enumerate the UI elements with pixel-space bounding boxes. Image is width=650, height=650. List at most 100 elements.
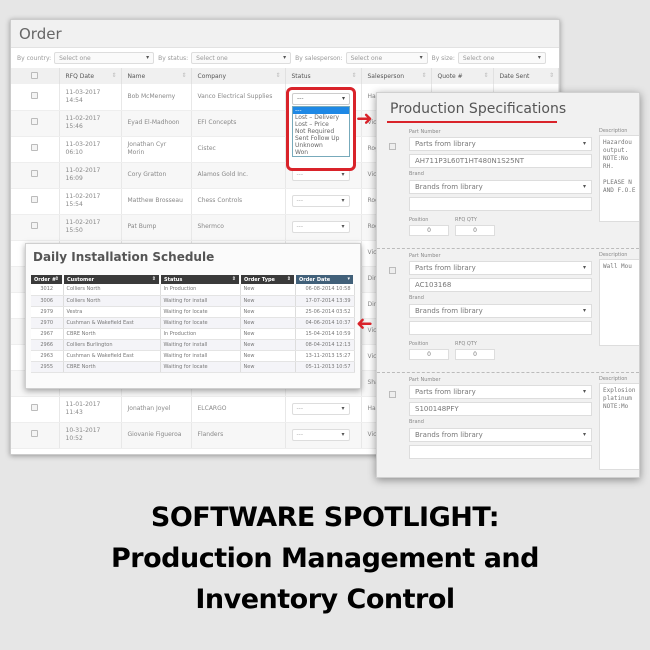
order-title: Order [11,20,559,48]
row-checkbox[interactable] [31,196,39,203]
schedule-row[interactable]: 2970 Cushman & Wakefield East Waiting for … [31,317,355,329]
select-all-header [11,68,60,84]
part-checkbox[interactable] [389,143,396,150]
schedule-row[interactable]: 3012 Colliers North In Production New 06-08-… [31,284,355,296]
status-select[interactable]: --- [291,195,350,207]
row-checkbox[interactable] [31,91,39,99]
part-library-select[interactable]: Parts from library [409,137,592,151]
rfq-date-cell: 10-31-2017 10:52 [59,422,122,449]
col-label: RFQ Date [65,72,95,80]
rfq-date-cell: 11-02-2017 15:46 [59,110,122,137]
brand-input[interactable] [409,445,592,459]
schedule-row[interactable]: 2979 Vestra Waiting for locate New 25-06-201… [31,306,355,318]
brand-library-select[interactable]: Brands from library [409,180,592,194]
col-salesperson[interactable]: Salesperson ⇕ [361,68,432,84]
part-item: Part Number Parts from library AH711P3L60T… [377,125,639,249]
status-option[interactable]: Won [293,149,349,156]
company-cell: Shermco [191,214,286,241]
sched-status-cell: In Production [160,328,241,340]
description-textarea[interactable]: Wall Mou [599,259,639,346]
row-checkbox[interactable] [31,222,39,229]
rfq-time: 15:46 [65,123,83,130]
rfq-qty-input[interactable]: 0 [455,349,495,360]
production-specs-panel: Production Specifications Part Number Par… [376,92,640,478]
filter-size-select[interactable]: Select one [457,52,546,64]
col-order-number[interactable]: Order # ⇕ [31,275,64,284]
rfq-date: 11-01-2017 [65,401,101,408]
row-select-cell [11,110,60,137]
sched-status-cell: Waiting for install [160,339,241,351]
rfq-date: 11-02-2017 [65,219,101,226]
filter-country-select[interactable]: Select one [54,52,155,64]
rfq-date-cell: 11-01-2017 11:43 [59,396,122,423]
order-date-cell: 06-08-2014 10:58 [295,284,355,296]
row-checkbox[interactable] [31,170,39,177]
col-company[interactable]: Company ⇕ [191,68,286,84]
position-input[interactable]: 0 [409,349,449,360]
brand-label: Brand [409,171,424,177]
schedule-row[interactable]: 3006 Colliers North Waiting for install New… [31,295,355,307]
filter-status-select[interactable]: Select one [191,52,292,64]
col-rfq-date[interactable]: RFQ Date ⇕ [59,68,122,84]
status-dropdown[interactable]: --- [292,93,350,105]
rfq-date: 11-03-2017 [65,141,101,148]
order-date-cell: 25-06-2014 03:52 [295,306,355,318]
col-quote[interactable]: Quote # ⇕ [431,68,494,84]
position-input[interactable]: 0 [409,225,449,236]
description-label: Description [599,252,628,258]
part-checkbox[interactable] [389,267,396,274]
rfq-qty-input[interactable]: 0 [455,225,495,236]
status-select[interactable]: --- [291,429,350,441]
order-table-header: RFQ Date ⇕ Name ⇕ Company ⇕ Status ⇕ Salespe… [11,68,559,84]
filter-row: By country: Select one By status: Select… [11,48,559,68]
status-option[interactable]: Lost – Price [293,121,349,128]
part-number-input[interactable]: AH711P3L60T1HT480N1S25NT [409,154,592,168]
company-cell: Alamos Gold Inc. [191,162,286,189]
part-library-select[interactable]: Parts from library [409,385,592,399]
row-checkbox[interactable] [31,144,39,151]
status-option[interactable]: --- [293,107,349,114]
status-select[interactable]: --- [291,221,350,233]
schedule-row[interactable]: 2967 CBRE North In Production New 15-04-2014… [31,328,355,340]
part-library-select[interactable]: Parts from library [409,261,592,275]
select-all-checkbox[interactable] [31,71,39,79]
status-option[interactable]: Unknown [293,142,349,149]
status-select[interactable]: --- [291,403,350,415]
part-number-input[interactable]: AC103168 [409,278,592,292]
part-number-input[interactable]: S100148PFY [409,402,592,416]
brand-input[interactable] [409,321,592,335]
description-textarea[interactable]: Hazardou output. NOTE:No RH. PLEASE N AN… [599,135,639,222]
row-checkbox[interactable] [31,404,39,411]
col-status[interactable]: Status ⇕ [285,68,362,84]
schedule-row[interactable]: 2955 CBRE North Waiting for locate New 05-11… [31,361,355,373]
schedule-table: Order # ⇕ Customer ⇕ Status ⇕ Order Type ⇕ O… [31,275,355,373]
schedule-header: Order # ⇕ Customer ⇕ Status ⇕ Order Type ⇕ O… [31,275,355,284]
col-date-sent[interactable]: Date Sent ⇕ [493,68,559,84]
schedule-row[interactable]: 2966 Colliers Burlington Waiting for insta… [31,339,355,351]
col-customer[interactable]: Customer ⇕ [63,275,161,284]
sort-icon: ⇕ [181,72,187,79]
status-option[interactable]: Sent Follow Up [293,135,349,142]
order-type-cell: New [240,306,296,318]
rfq-time: 14:54 [65,96,83,104]
brand-library-select[interactable]: Brands from library [409,304,592,318]
status-option[interactable]: Lost – Delivery [293,114,349,121]
row-checkbox[interactable] [31,430,39,437]
brand-input[interactable] [409,197,592,211]
row-checkbox[interactable] [31,118,39,125]
row-select-cell [11,396,60,423]
rfq-date: 11-03-2017 [65,88,101,96]
brand-library-select[interactable]: Brands from library [409,428,592,442]
col-sched-status[interactable]: Status ⇕ [160,275,241,284]
col-name[interactable]: Name ⇕ [121,68,192,84]
part-checkbox[interactable] [389,391,396,398]
specs-title: Production Specifications [377,93,639,125]
schedule-row[interactable]: 2963 Cushman & Wakefield East Waiting for … [31,350,355,362]
description-textarea[interactable]: Explosion platinum NOTE:Mo [599,383,639,470]
filter-salesperson-select[interactable]: Select one [345,52,428,64]
order-number-cell: 2967 [31,328,64,340]
col-order-date[interactable]: Order Date ▾ [295,275,355,284]
col-order-type[interactable]: Order Type ⇕ [240,275,296,284]
status-option[interactable]: Not Required [293,128,349,135]
rfq-date: 10-31-2017 [65,427,101,434]
